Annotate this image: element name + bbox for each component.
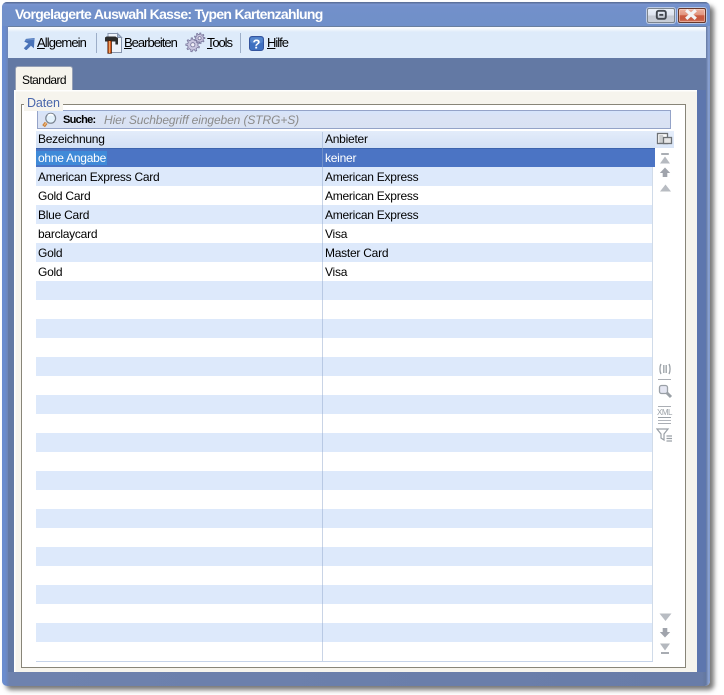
svg-text:?: ? xyxy=(253,36,261,51)
